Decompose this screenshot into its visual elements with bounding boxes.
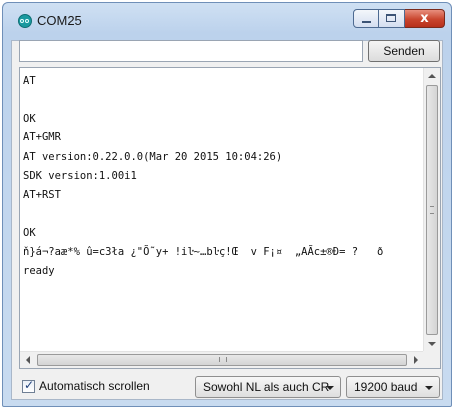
dropdown-caret-icon — [425, 386, 433, 390]
grip-icon — [430, 206, 434, 214]
vertical-scroll-thumb[interactable] — [426, 85, 438, 335]
autoscroll-label[interactable]: Automatisch scrollen — [39, 379, 150, 393]
output-line: AT version:0.22.0.0(Mar 20 2015 10:04:26… — [23, 151, 283, 163]
scroll-left-icon[interactable] — [26, 356, 30, 364]
horizontal-scrollbar[interactable] — [20, 351, 424, 368]
title-bar[interactable]: COM25 x — [3, 3, 451, 39]
line-ending-select[interactable]: Sowohl NL als auch CR — [195, 376, 341, 398]
footer-bar: Automatisch scrollen Sowohl NL als auch … — [0, 374, 455, 404]
output-line: ň}á¬?aæ*% û=c3ła ¿"Õ˜y+ !iŀ~…bŀç!Œ v F¡¤… — [23, 246, 384, 258]
autoscroll-checkbox[interactable] — [22, 378, 35, 393]
baud-rate-value: 19200 baud — [354, 380, 418, 394]
output-line: SDK version:1.00i1 — [23, 170, 137, 182]
arduino-icon — [18, 14, 32, 28]
line-ending-value: Sowohl NL als auch CR — [203, 380, 330, 394]
vertical-scrollbar[interactable] — [423, 68, 440, 352]
serial-output-text: AT OK AT+GMR AT version:0.22.0.0(Mar 20 … — [20, 68, 424, 350]
send-input[interactable] — [19, 40, 363, 62]
send-button[interactable]: Senden — [368, 40, 440, 62]
minimize-button[interactable] — [353, 9, 379, 28]
baud-rate-select[interactable]: 19200 baud — [346, 376, 440, 398]
output-line: OK — [23, 227, 36, 239]
scroll-down-icon[interactable] — [428, 342, 436, 346]
grip-icon — [219, 357, 227, 362]
dropdown-caret-icon — [326, 386, 334, 390]
scroll-up-icon[interactable] — [428, 74, 436, 78]
output-line: ready — [23, 265, 55, 277]
window-controls: x — [353, 9, 445, 30]
output-line: OK — [23, 113, 36, 125]
maximize-button[interactable] — [379, 9, 405, 28]
output-line: AT — [23, 75, 36, 87]
close-button[interactable]: x — [405, 9, 445, 28]
output-line: AT+GMR — [23, 131, 61, 143]
output-line: AT+RST — [23, 189, 61, 201]
serial-output-panel[interactable]: AT OK AT+GMR AT version:0.22.0.0(Mar 20 … — [19, 67, 441, 369]
scrollbar-corner — [423, 351, 440, 368]
horizontal-scroll-thumb[interactable] — [37, 354, 407, 366]
scroll-right-icon[interactable] — [414, 356, 418, 364]
close-icon: x — [420, 11, 429, 26]
window-title: COM25 — [37, 13, 82, 28]
